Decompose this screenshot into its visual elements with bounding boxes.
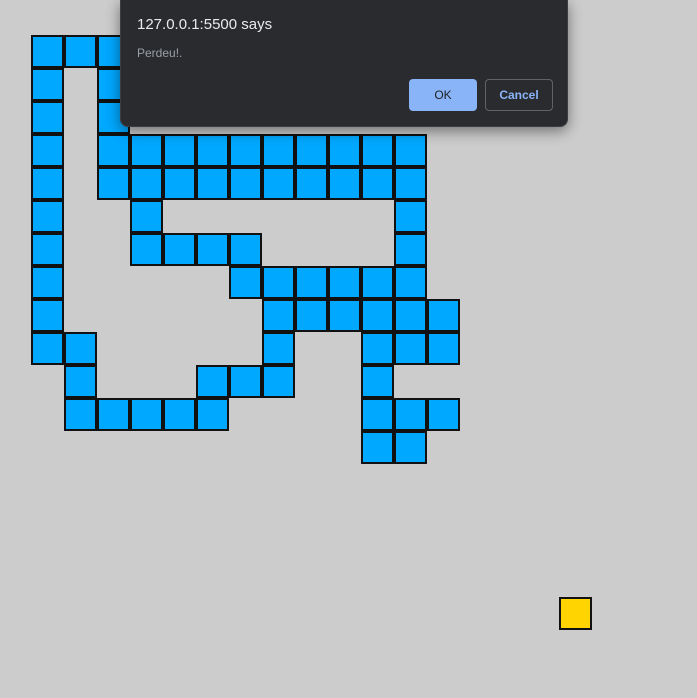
snake-segment xyxy=(163,167,196,200)
snake-segment xyxy=(97,134,130,167)
dialog-title: 127.0.0.1:5500 says xyxy=(137,16,273,33)
snake-segment xyxy=(31,101,64,134)
snake-segment xyxy=(394,200,427,233)
snake-segment xyxy=(31,68,64,101)
snake-segment xyxy=(361,332,394,365)
cancel-button[interactable]: Cancel xyxy=(485,79,553,111)
snake-segment xyxy=(196,398,229,431)
snake-segment xyxy=(262,332,295,365)
snake-segment xyxy=(394,167,427,200)
snake-segment xyxy=(361,266,394,299)
snake-segment xyxy=(196,365,229,398)
snake-segment xyxy=(31,233,64,266)
snake-segment xyxy=(229,134,262,167)
snake-segment xyxy=(394,299,427,332)
snake-segment xyxy=(427,398,460,431)
snake-segment xyxy=(262,167,295,200)
snake-segment xyxy=(130,134,163,167)
snake-segment xyxy=(361,398,394,431)
snake-segment xyxy=(130,398,163,431)
snake-segment xyxy=(31,299,64,332)
snake-segment xyxy=(328,266,361,299)
snake-segment xyxy=(361,299,394,332)
snake-segment xyxy=(31,134,64,167)
snake-segment xyxy=(328,134,361,167)
snake-segment xyxy=(31,266,64,299)
snake-segment xyxy=(262,134,295,167)
ok-button[interactable]: OK xyxy=(409,79,477,111)
snake-segment xyxy=(295,266,328,299)
snake-segment xyxy=(295,167,328,200)
snake-segment xyxy=(130,167,163,200)
snake-segment xyxy=(394,398,427,431)
snake-segment xyxy=(427,299,460,332)
snake-segment xyxy=(130,233,163,266)
snake-segment xyxy=(163,134,196,167)
snake-segment xyxy=(262,266,295,299)
snake-segment xyxy=(427,332,460,365)
snake-segment xyxy=(394,332,427,365)
snake-segment xyxy=(262,299,295,332)
snake-segment xyxy=(394,233,427,266)
snake-segment xyxy=(196,167,229,200)
snake-segment xyxy=(328,167,361,200)
snake-segment xyxy=(97,167,130,200)
snake-segment xyxy=(361,134,394,167)
snake-segment xyxy=(196,233,229,266)
food-item xyxy=(559,597,592,630)
snake-segment xyxy=(394,134,427,167)
snake-segment xyxy=(64,398,97,431)
snake-segment xyxy=(361,431,394,464)
snake-segment xyxy=(229,365,262,398)
snake-segment xyxy=(229,233,262,266)
snake-segment xyxy=(295,299,328,332)
snake-segment xyxy=(64,332,97,365)
snake-segment xyxy=(328,299,361,332)
snake-segment xyxy=(295,134,328,167)
snake-segment xyxy=(262,365,295,398)
snake-segment xyxy=(394,431,427,464)
alert-dialog: 127.0.0.1:5500 says Perdeu!. OK Cancel xyxy=(120,0,568,127)
snake-segment xyxy=(394,266,427,299)
snake-segment xyxy=(229,167,262,200)
snake-segment xyxy=(31,332,64,365)
snake-segment xyxy=(163,233,196,266)
snake-segment xyxy=(130,200,163,233)
snake-segment xyxy=(361,167,394,200)
snake-segment xyxy=(229,266,262,299)
snake-segment xyxy=(64,35,97,68)
snake-segment xyxy=(163,398,196,431)
snake-segment xyxy=(64,365,97,398)
snake-segment xyxy=(97,398,130,431)
dialog-message: Perdeu!. xyxy=(137,46,183,60)
snake-segment xyxy=(31,200,64,233)
snake-segment xyxy=(31,167,64,200)
snake-segment xyxy=(31,35,64,68)
snake-segment xyxy=(361,365,394,398)
snake-segment xyxy=(196,134,229,167)
